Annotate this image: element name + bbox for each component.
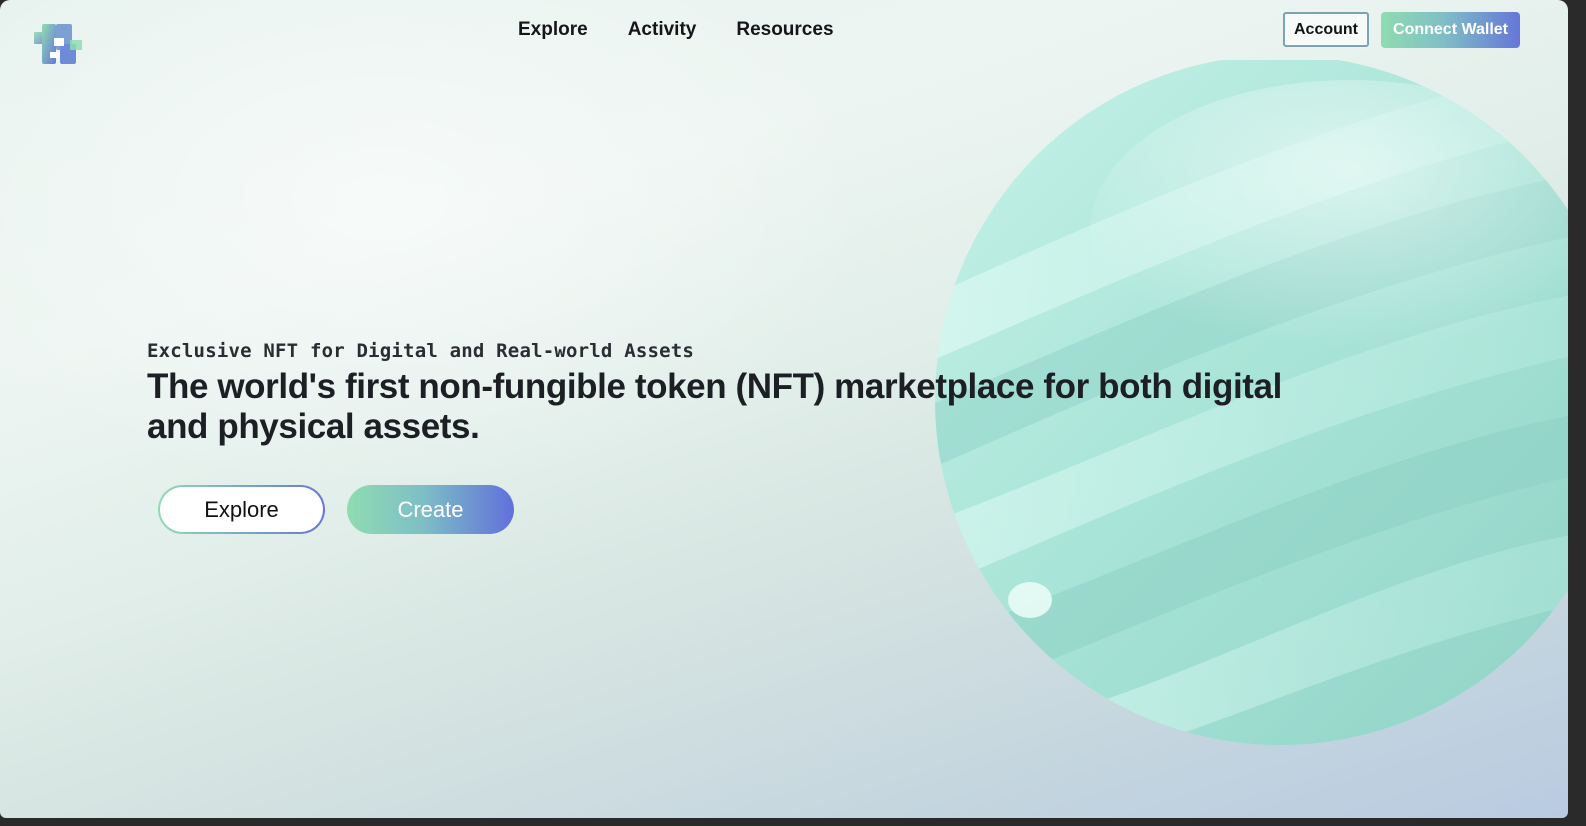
hero-eyebrow: Exclusive NFT for Digital and Real-world…	[147, 340, 695, 362]
create-button[interactable]: Create	[347, 485, 514, 534]
page-viewport: Explore Activity Resources Account Conne…	[0, 0, 1568, 818]
nav-link-resources[interactable]: Resources	[736, 16, 833, 44]
nav-link-explore[interactable]: Explore	[518, 16, 588, 44]
brand-logo-icon[interactable]	[30, 18, 86, 70]
main-nav: Explore Activity Resources	[518, 16, 834, 44]
explore-button-label: Explore	[160, 487, 323, 532]
hero-headline: The world's first non-fungible token (NF…	[147, 367, 1282, 446]
connect-wallet-button[interactable]: Connect Wallet	[1381, 12, 1520, 48]
explore-button[interactable]: Explore	[158, 485, 325, 534]
account-button[interactable]: Account	[1283, 12, 1369, 47]
nav-link-activity[interactable]: Activity	[628, 16, 697, 44]
